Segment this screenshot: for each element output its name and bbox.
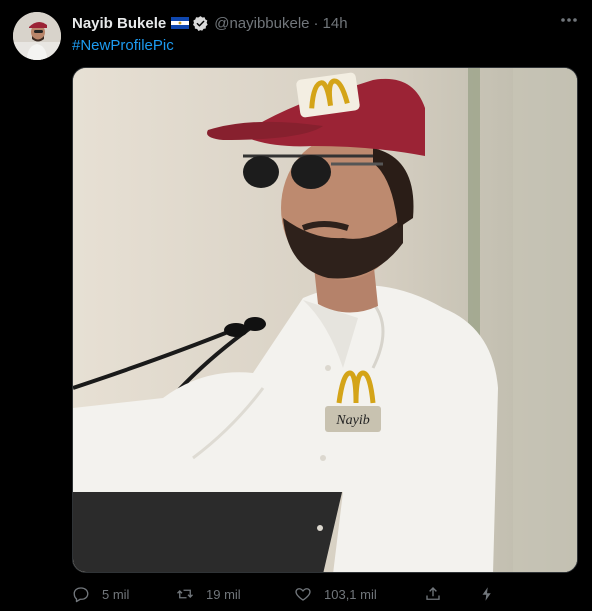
- analytics-button[interactable]: [478, 582, 508, 606]
- tweet[interactable]: Nayib Bukele @nayibbukele · 14h #NewProf…: [0, 0, 592, 611]
- reply-icon: [73, 587, 89, 603]
- reply-button[interactable]: 5 mil: [72, 582, 129, 606]
- like-count: 103,1 mil: [324, 586, 377, 602]
- author-name[interactable]: Nayib Bukele: [72, 15, 166, 32]
- separator: ·: [313, 14, 319, 32]
- timestamp[interactable]: 14h: [323, 15, 348, 32]
- verified-badge-icon: [193, 15, 208, 31]
- avatar[interactable]: [13, 12, 61, 60]
- retweet-button[interactable]: 19 mil: [176, 582, 241, 606]
- like-button[interactable]: 103,1 mil: [294, 582, 377, 606]
- share-icon: [426, 587, 440, 600]
- avatar-image: [13, 12, 61, 60]
- photo-illustration: Nayib: [73, 68, 577, 572]
- reply-count: 5 mil: [102, 586, 130, 602]
- more-horizontal-icon: [561, 18, 577, 22]
- more-options-button[interactable]: [555, 10, 583, 32]
- tweet-media-image[interactable]: Nayib: [72, 67, 578, 573]
- tweet-header: Nayib Bukele @nayibbukele · 14h: [72, 13, 348, 33]
- tweet-action-bar: 5 mil 19 mil 103,1 mil: [72, 582, 512, 606]
- lightning-icon: [482, 587, 491, 601]
- author-handle[interactable]: @nayibbukele: [214, 15, 309, 32]
- retweet-count: 19 mil: [206, 586, 241, 602]
- share-button[interactable]: [424, 582, 454, 606]
- el-salvador-flag-icon: [171, 17, 190, 29]
- retweet-icon: [177, 589, 193, 599]
- name-badge-text: Nayib: [335, 413, 369, 428]
- heart-icon: [295, 588, 311, 601]
- tweet-text-hashtag[interactable]: #NewProfilePic: [72, 37, 174, 54]
